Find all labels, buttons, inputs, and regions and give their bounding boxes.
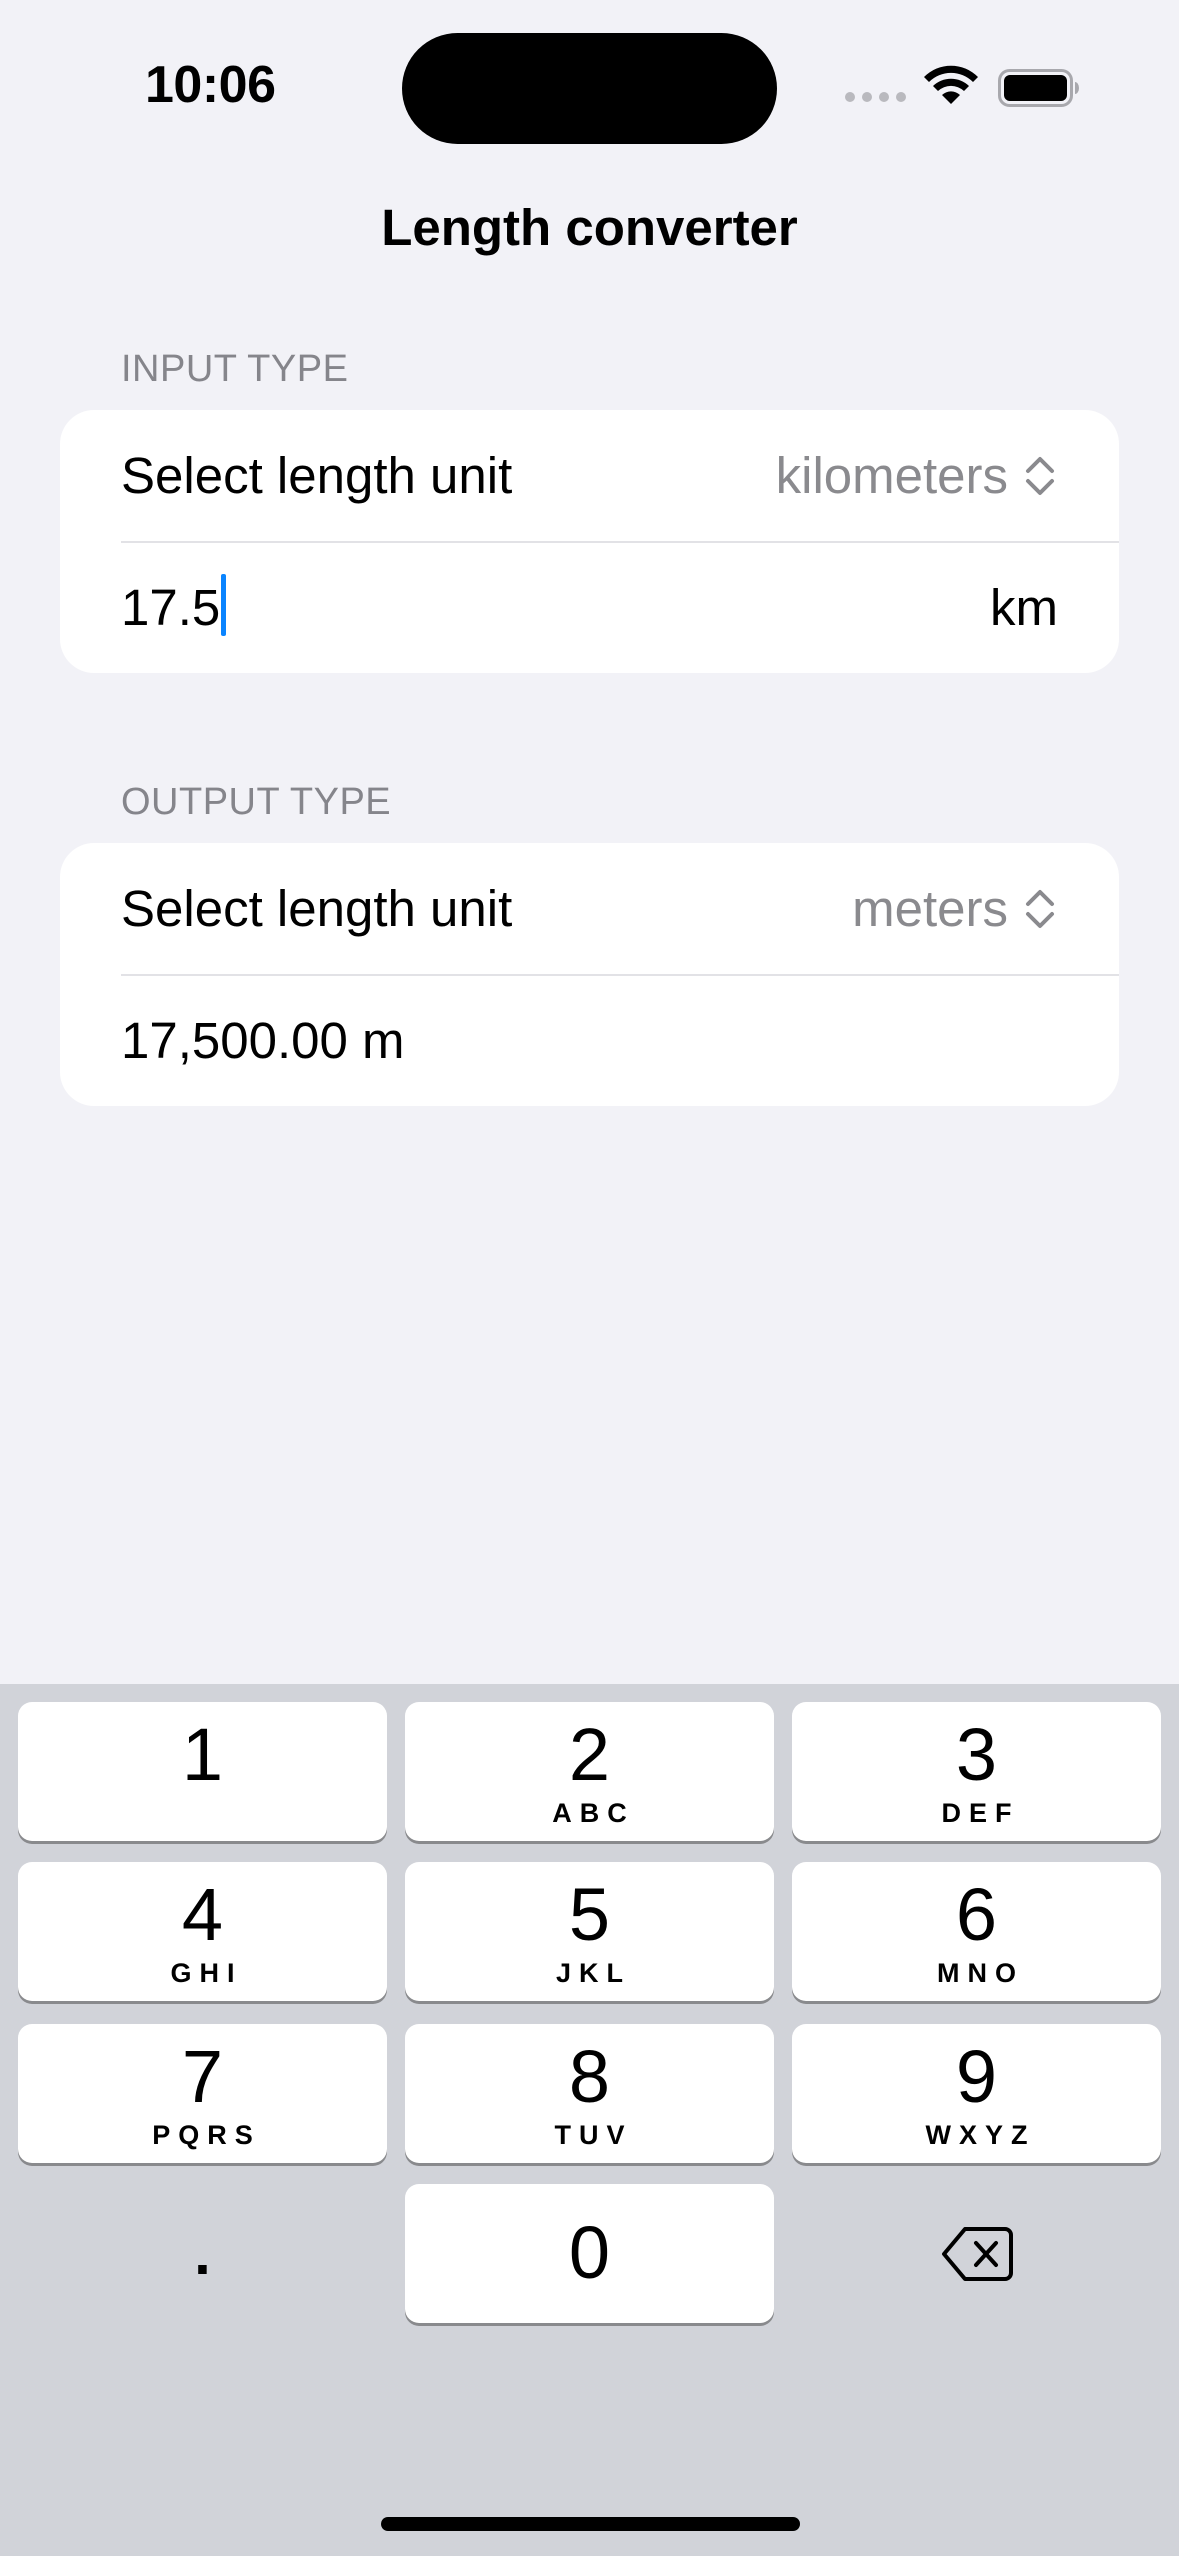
input-card: Select length unit kilometers 17.5 km <box>60 410 1119 673</box>
chevron-up-down-icon <box>1026 889 1054 928</box>
status-time: 10:06 <box>145 56 276 114</box>
conversion-result: 17,500.00 m <box>121 1012 405 1069</box>
key-digit: 0 <box>568 2211 611 2294</box>
length-input-value[interactable]: 17.5 <box>121 578 220 637</box>
page-title: Length converter <box>381 199 798 256</box>
wifi-icon <box>924 65 978 104</box>
output-section-header: OUTPUT TYPE <box>121 781 392 823</box>
key-digit: 2 <box>568 1713 611 1796</box>
key-6[interactable]: 6 MNO <box>792 1862 1161 2001</box>
key-letters: PQRS <box>152 2120 261 2150</box>
numeric-keyboard: 1 2 ABC 3 DEF 4 GHI 5 JKL 6 MNO 7 PQRS 8 TUV 9W… <box>0 1684 1179 2556</box>
input-picker-value[interactable]: kilometers <box>776 446 1058 505</box>
key-5[interactable]: 5 JKL <box>405 1862 774 2001</box>
key-letters: ABC <box>552 1798 635 1828</box>
key-7[interactable]: 7 PQRS <box>18 2024 387 2163</box>
key-4[interactable]: 4 GHI <box>18 1862 387 2001</box>
decimal-point-label: . <box>194 2220 211 2287</box>
output-picker-value[interactable]: meters <box>852 879 1058 938</box>
key-letters: MNO <box>937 1958 1024 1988</box>
output-picker-label: Select length unit <box>121 880 513 937</box>
cellular-signal-icon <box>845 88 907 104</box>
key-1[interactable]: 1 <box>18 1702 387 1841</box>
key-digit: 6 <box>955 1873 998 1956</box>
key-digit: 4 <box>181 1873 224 1956</box>
output-unit-picker[interactable]: Select length unit meters <box>60 843 1119 974</box>
input-unit-symbol: km <box>990 579 1058 636</box>
key-letters: DEF <box>941 1798 1020 1828</box>
dynamic-island <box>402 33 777 144</box>
text-cursor <box>221 573 227 636</box>
key-letters: WXYZ <box>925 2120 1036 2150</box>
home-indicator[interactable] <box>381 2517 800 2531</box>
output-result-row: 17,500.00 m <box>60 975 1119 1106</box>
key-digit: 1 <box>181 1713 224 1796</box>
key-digit: 9 <box>955 2035 998 2118</box>
decimal-point-key[interactable]: . <box>18 2184 387 2323</box>
input-picker-label: Select length unit <box>121 447 513 504</box>
key-8[interactable]: 8 TUV <box>405 2024 774 2163</box>
key-9[interactable]: 9 WXYZ <box>792 2024 1161 2163</box>
key-letters: TUV <box>554 2120 633 2150</box>
key-2[interactable]: 2 ABC <box>405 1702 774 1841</box>
delete-backward-icon <box>941 2226 1013 2281</box>
key-letters: JKL <box>555 1958 631 1988</box>
key-letters: GHI <box>170 1958 243 1988</box>
key-3[interactable]: 3 DEF <box>792 1702 1161 1841</box>
key-digit: 7 <box>181 2035 224 2118</box>
delete-key[interactable] <box>792 2184 1161 2323</box>
output-card: Select length unit meters 17,500.00 m <box>60 843 1119 1106</box>
battery-icon <box>998 69 1079 107</box>
input-section-header: INPUT TYPE <box>121 348 349 390</box>
length-input-field[interactable]: 17.5 km <box>60 542 1119 673</box>
chevron-up-down-icon <box>1026 456 1054 495</box>
input-picker-value-text: kilometers <box>775 447 1008 504</box>
key-digit: 5 <box>568 1873 611 1956</box>
input-unit-picker[interactable]: Select length unit kilometers <box>60 410 1119 541</box>
key-0[interactable]: 0 <box>405 2184 774 2323</box>
key-digit: 8 <box>568 2035 611 2118</box>
key-digit: 3 <box>955 1713 998 1796</box>
output-picker-value-text: meters <box>852 880 1008 937</box>
